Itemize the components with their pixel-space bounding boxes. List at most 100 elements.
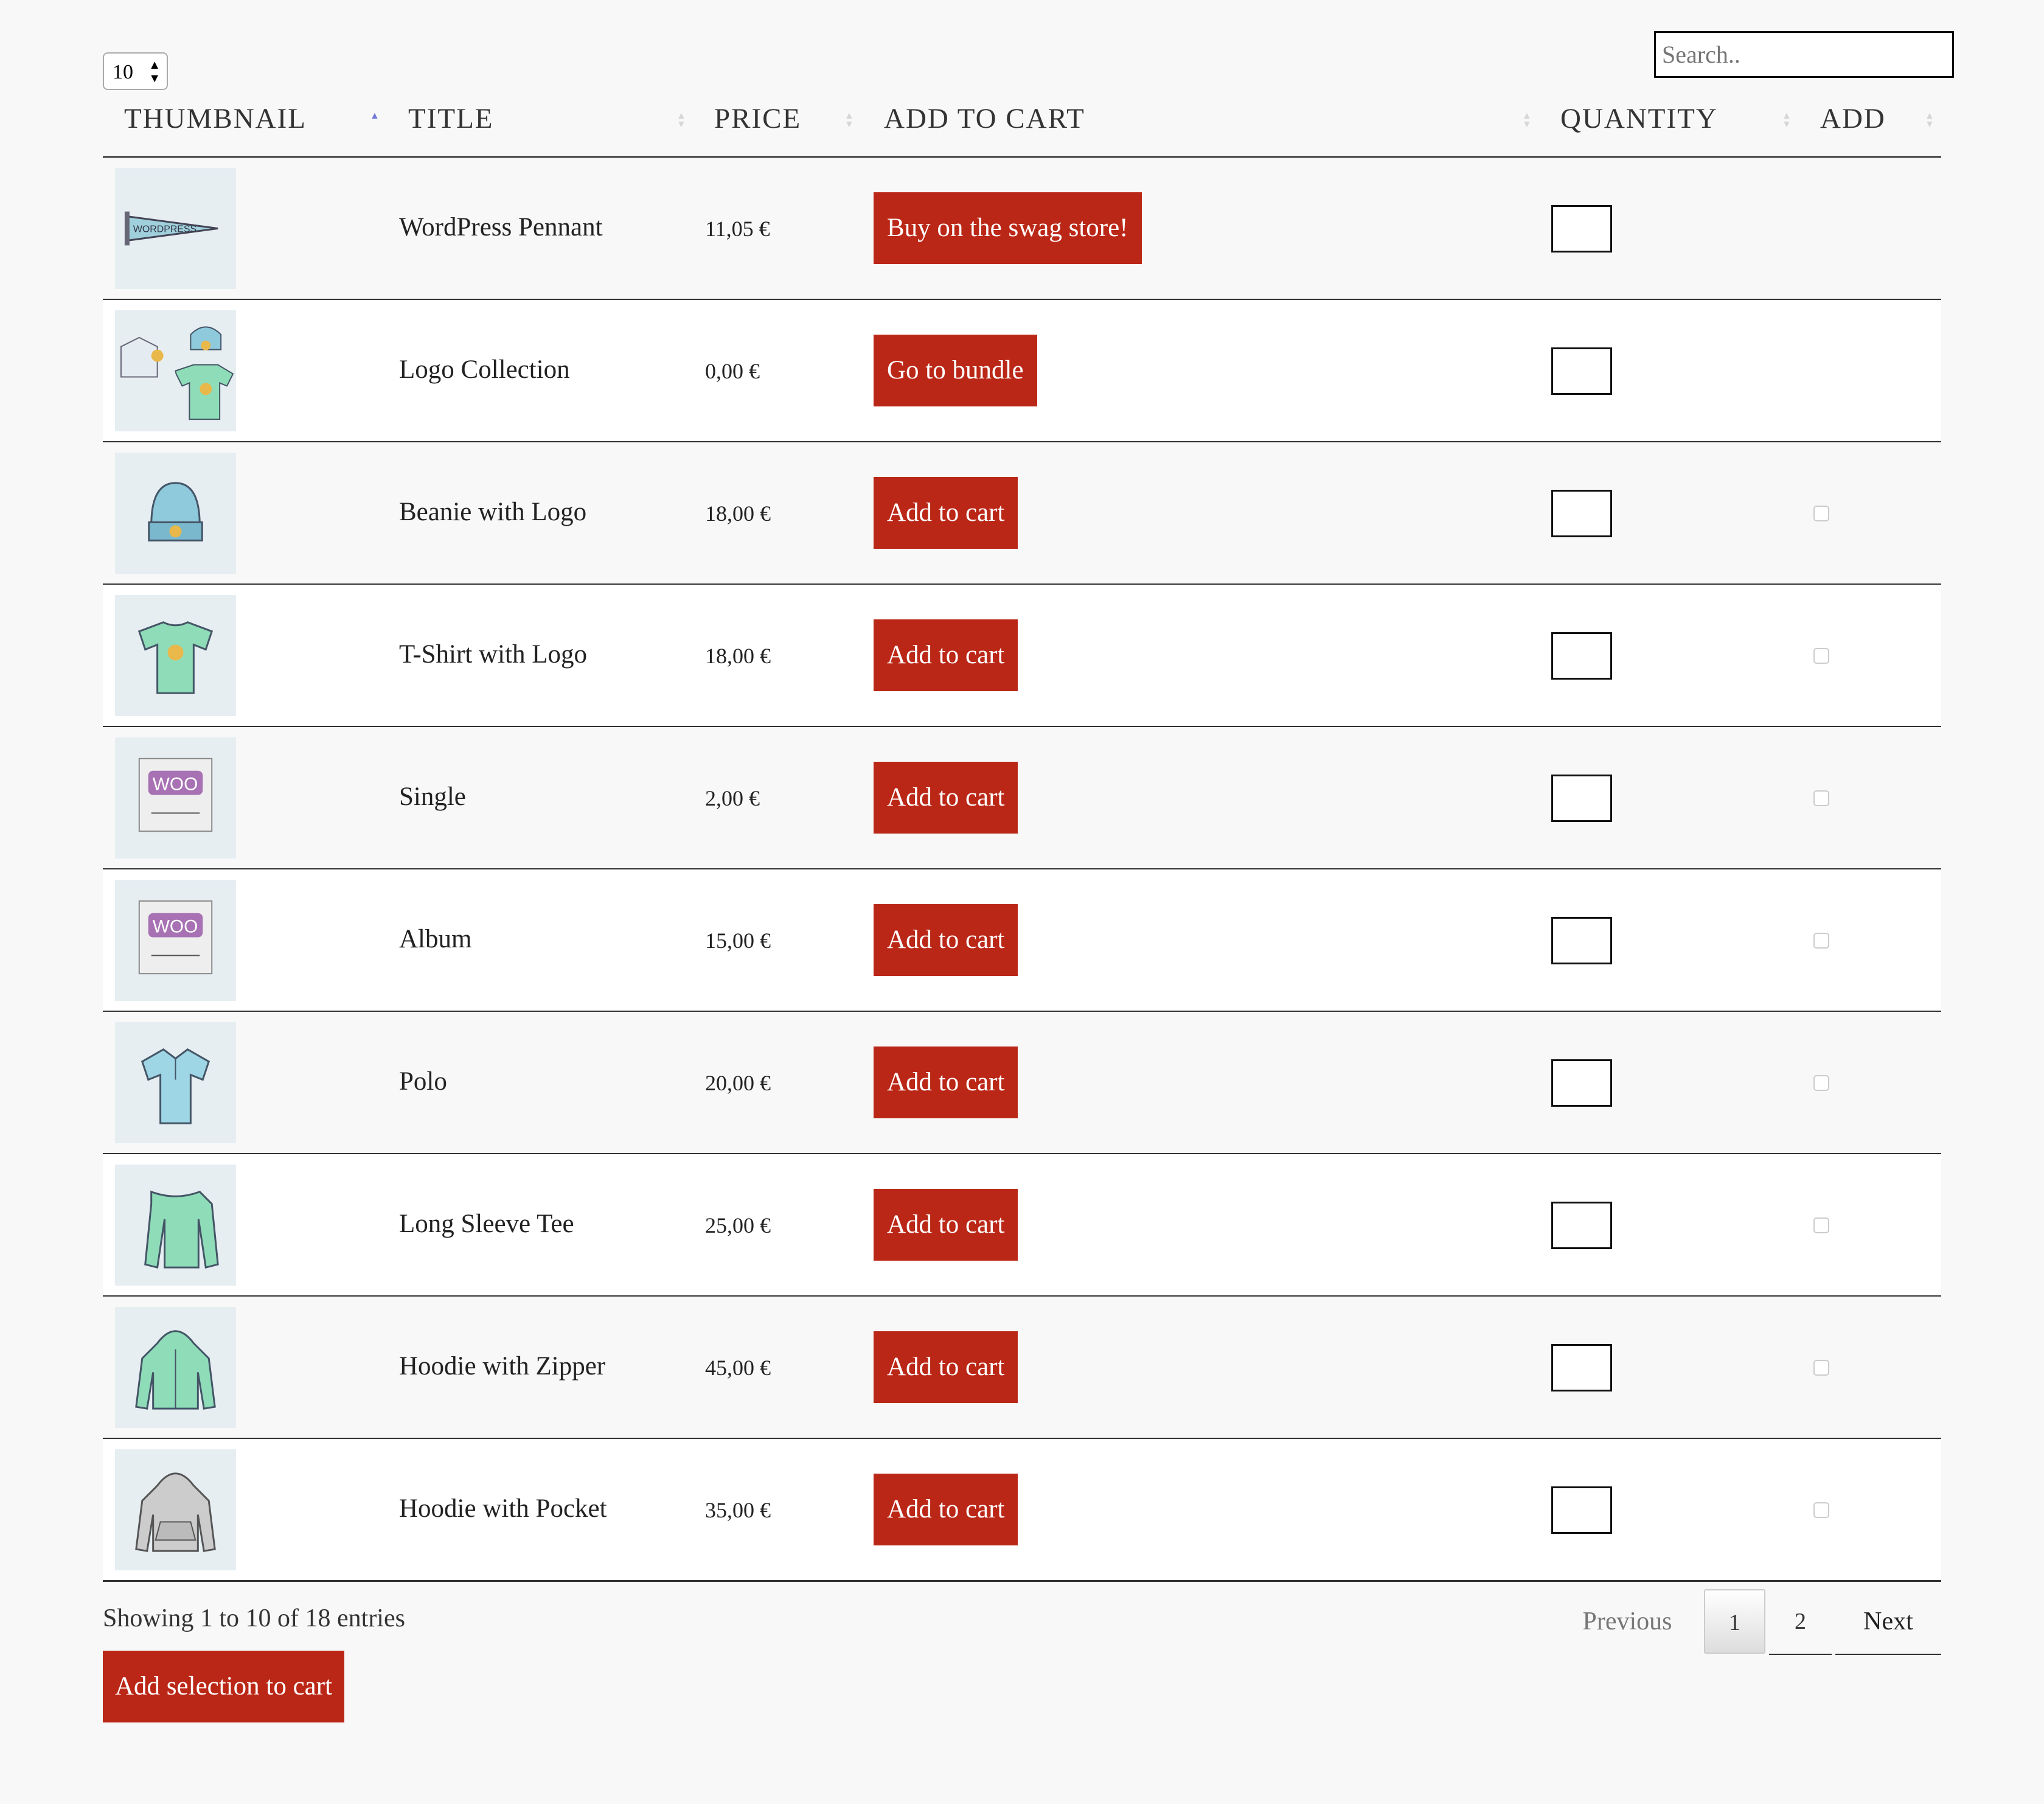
search-input[interactable] [1654, 31, 1954, 78]
add-checkbox[interactable] [1813, 790, 1829, 806]
svg-text:WOO: WOO [153, 775, 198, 795]
row-action-button[interactable]: Add to cart [874, 1331, 1018, 1403]
quantity-input[interactable] [1551, 347, 1612, 395]
row-action-button[interactable]: Add to cart [874, 619, 1018, 691]
logo-collection-image [120, 326, 234, 420]
product-title[interactable]: Polo [399, 1067, 447, 1096]
pagination-previous[interactable]: Previous [1557, 1589, 1697, 1654]
product-thumbnail-woo-single[interactable]: WOO [115, 737, 236, 858]
product-thumbnail-logo-collection[interactable] [115, 310, 236, 431]
product-price: 18,00 € [705, 501, 771, 526]
product-title[interactable]: Beanie with Logo [399, 497, 586, 527]
svg-text:WORDPRESS: WORDPRESS [133, 224, 196, 234]
pagination-page-1[interactable]: 1 [1704, 1589, 1765, 1654]
table-row: Hoodie with Zipper 45,00 € Add to cart [103, 1297, 1941, 1440]
column-header-title[interactable]: TITLE [408, 102, 494, 135]
quantity-input[interactable] [1551, 1344, 1612, 1391]
product-title[interactable]: WordPress Pennant [399, 212, 603, 242]
woo-album-image: WOO [138, 900, 213, 975]
product-price: 25,00 € [705, 1213, 771, 1238]
column-header-quantity[interactable]: QUANTITY [1560, 102, 1718, 135]
product-title[interactable]: Long Sleeve Tee [399, 1209, 574, 1239]
row-action-button[interactable]: Go to bundle [874, 335, 1037, 406]
row-action-button[interactable]: Buy on the swag store! [874, 192, 1142, 264]
product-title[interactable]: T-Shirt with Logo [399, 639, 587, 669]
product-thumbnail-pennant[interactable]: WORDPRESS [115, 168, 236, 289]
table-row: Long Sleeve Tee 25,00 € Add to cart [103, 1154, 1941, 1297]
hoodie-zipper-image [135, 1330, 216, 1410]
pennant-image: WORDPRESS [124, 211, 218, 246]
quantity-input[interactable] [1551, 775, 1612, 822]
add-checkbox[interactable] [1813, 1502, 1829, 1518]
quantity-input[interactable] [1551, 1202, 1612, 1249]
product-thumbnail-hoodie-zipper[interactable] [115, 1307, 236, 1428]
polo-image [141, 1048, 210, 1124]
pagination-page-2[interactable]: 2 [1769, 1589, 1832, 1655]
quantity-input[interactable] [1551, 1059, 1612, 1107]
row-action-button[interactable]: Add to cart [874, 1189, 1018, 1261]
row-action-button[interactable]: Add to cart [874, 477, 1018, 549]
pagination-next[interactable]: Next [1835, 1589, 1941, 1655]
quantity-input[interactable] [1551, 632, 1612, 680]
add-checkbox[interactable] [1813, 506, 1829, 521]
sort-both-icon[interactable]: ▲ ▼ [1522, 111, 1532, 130]
quantity-input[interactable] [1551, 490, 1612, 537]
column-header-add[interactable]: ADD [1820, 102, 1886, 135]
table-row: T-Shirt with Logo 18,00 € Add to cart [103, 585, 1941, 728]
quantity-input[interactable] [1551, 205, 1612, 252]
product-price: 35,00 € [705, 1498, 771, 1522]
quantity-input[interactable] [1551, 917, 1612, 964]
hoodie-pocket-image [135, 1472, 216, 1552]
table-row: WORDPRESS WordPress Pennant 11,05 € Buy … [103, 158, 1941, 301]
product-thumbnail-beanie[interactable] [115, 453, 236, 574]
product-title[interactable]: Album [399, 924, 471, 954]
product-thumbnail-polo[interactable] [115, 1022, 236, 1143]
add-checkbox[interactable] [1813, 933, 1829, 949]
woo-single-image: WOO [138, 757, 213, 832]
product-title[interactable]: Single [399, 782, 466, 812]
table-row: Beanie with Logo 18,00 € Add to cart [103, 442, 1941, 585]
product-price: 20,00 € [705, 1071, 771, 1095]
sort-both-icon[interactable]: ▲ ▼ [1782, 111, 1792, 130]
product-price: 15,00 € [705, 928, 771, 953]
table-row: Hoodie with Pocket 35,00 € Add to cart [103, 1439, 1941, 1582]
column-header-add-to-cart[interactable]: ADD TO CART [884, 102, 1085, 135]
product-thumbnail-woo-album[interactable]: WOO [115, 880, 236, 1001]
row-action-button[interactable]: Add to cart [874, 904, 1018, 976]
sort-both-icon[interactable]: ▲ ▼ [676, 111, 686, 130]
add-checkbox[interactable] [1813, 1360, 1829, 1376]
add-selection-to-cart-button[interactable]: Add selection to cart [103, 1651, 345, 1722]
add-checkbox[interactable] [1813, 648, 1829, 664]
product-title[interactable]: Hoodie with Zipper [399, 1351, 605, 1381]
product-thumbnail-long-sleeve[interactable] [115, 1165, 236, 1286]
product-thumbnail-hoodie-pocket[interactable] [115, 1449, 236, 1570]
product-price: 0,00 € [705, 359, 760, 383]
product-title[interactable]: Hoodie with Pocket [399, 1494, 607, 1524]
entries-per-page-select[interactable]: 10 ▲ ▼ [103, 52, 168, 90]
column-header-thumbnail[interactable]: THUMBNAIL [124, 102, 307, 135]
row-action-button[interactable]: Add to cart [874, 762, 1018, 834]
product-price: 45,00 € [705, 1356, 771, 1380]
table-row: Logo Collection 0,00 € Go to bundle [103, 300, 1941, 443]
column-header-price[interactable]: PRICE [714, 102, 801, 135]
svg-text:WOO: WOO [153, 917, 198, 937]
product-thumbnail-tshirt[interactable] [115, 595, 236, 716]
table-row: WOO Single 2,00 € Add to cart [103, 727, 1941, 870]
long-sleeve-image [144, 1190, 219, 1269]
beanie-image [148, 482, 203, 542]
product-price: 18,00 € [705, 644, 771, 668]
sort-asc-icon[interactable]: ▲ [370, 111, 380, 121]
quantity-input[interactable] [1551, 1486, 1612, 1534]
select-arrows-icon: ▲ ▼ [148, 58, 161, 85]
sort-both-icon[interactable]: ▲ ▼ [1925, 111, 1934, 130]
entries-per-page-value: 10 [113, 61, 133, 83]
row-action-button[interactable]: Add to cart [874, 1047, 1018, 1118]
row-action-button[interactable]: Add to cart [874, 1474, 1018, 1545]
product-price: 11,05 € [705, 217, 770, 241]
add-checkbox[interactable] [1813, 1217, 1829, 1233]
sort-both-icon[interactable]: ▲ ▼ [844, 111, 854, 130]
product-title[interactable]: Logo Collection [399, 355, 570, 385]
table-info: Showing 1 to 10 of 18 entries [103, 1604, 405, 1632]
table-row: Polo 20,00 € Add to cart [103, 1012, 1941, 1155]
add-checkbox[interactable] [1813, 1075, 1829, 1091]
